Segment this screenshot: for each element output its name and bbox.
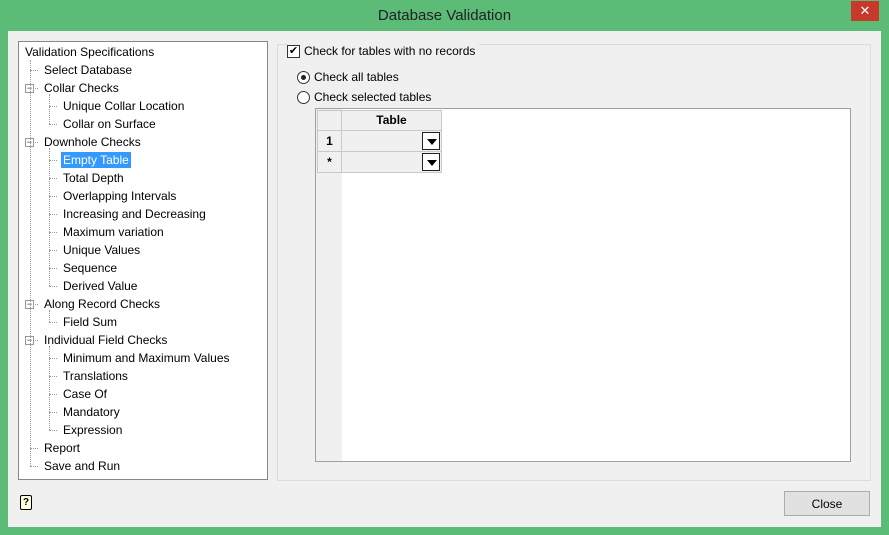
tree-item[interactable]: Minimum and Maximum Values bbox=[61, 350, 232, 366]
tree-item[interactable]: Sequence bbox=[61, 260, 119, 276]
tree-item[interactable]: Validation Specifications bbox=[23, 44, 156, 60]
validation-tree[interactable]: Validation Specifications Select Database… bbox=[18, 41, 268, 480]
tree-item[interactable]: Derived Value bbox=[61, 278, 139, 294]
tree-connector bbox=[49, 196, 57, 197]
tree-item[interactable]: Empty Table bbox=[61, 152, 131, 168]
tree-item[interactable]: Report bbox=[42, 440, 82, 456]
tree-item[interactable]: Unique Collar Location bbox=[61, 98, 186, 114]
row-header-new[interactable]: * bbox=[317, 151, 342, 173]
tree-item[interactable]: Total Depth bbox=[61, 170, 126, 186]
close-button[interactable]: Close bbox=[784, 491, 870, 516]
tree-connector bbox=[49, 250, 57, 251]
tree-item[interactable]: Collar on Surface bbox=[61, 116, 158, 132]
tree-item[interactable]: Expression bbox=[61, 422, 124, 438]
tree-item[interactable]: Downhole Checks bbox=[42, 134, 143, 150]
grid-corner bbox=[317, 110, 342, 131]
tree-connector bbox=[49, 322, 57, 323]
tree-item[interactable]: Increasing and Decreasing bbox=[61, 206, 208, 222]
tree-connector bbox=[49, 430, 57, 431]
tree-item[interactable]: Maximum variation bbox=[61, 224, 166, 240]
radio-check-selected-tables[interactable]: Check selected tables bbox=[297, 90, 431, 104]
tree-connector bbox=[49, 178, 57, 179]
radio-unselected-icon bbox=[297, 90, 310, 104]
tree-connector bbox=[49, 394, 57, 395]
row-header[interactable]: 1 bbox=[317, 130, 342, 152]
tree-connector bbox=[49, 106, 57, 107]
table-select-cell-new[interactable] bbox=[341, 151, 442, 173]
dropdown-arrow-icon[interactable] bbox=[422, 153, 440, 171]
tree-item[interactable]: Collar Checks bbox=[42, 80, 121, 96]
tree-item[interactable]: Field Sum bbox=[61, 314, 119, 330]
tree-connector bbox=[30, 60, 31, 466]
column-header-table[interactable]: Table bbox=[341, 110, 442, 131]
tree-item[interactable]: Save and Run bbox=[42, 458, 122, 474]
tree-connector bbox=[49, 94, 50, 124]
tree-item[interactable]: Individual Field Checks bbox=[42, 332, 169, 348]
tree-connector bbox=[49, 124, 57, 125]
tree-connector bbox=[49, 148, 50, 286]
tree-item[interactable]: Case Of bbox=[61, 386, 109, 402]
radio-selected-icon bbox=[297, 70, 310, 84]
tables-grid: Table 1 * bbox=[315, 108, 851, 462]
radio-check-all-tables[interactable]: Check all tables bbox=[297, 70, 399, 84]
help-icon[interactable]: ? bbox=[20, 495, 32, 510]
checkmark-icon: ✔ bbox=[287, 44, 300, 58]
tree-item[interactable]: Mandatory bbox=[61, 404, 122, 420]
tree-connector bbox=[49, 286, 57, 287]
window-title: Database Validation bbox=[377, 7, 512, 24]
tree-connector bbox=[49, 376, 57, 377]
tree-item[interactable]: Select Database bbox=[42, 62, 134, 78]
tree-connector bbox=[49, 232, 57, 233]
tree-item[interactable]: Unique Values bbox=[61, 242, 142, 258]
check-empty-tables-checkbox[interactable]: ✔ Check for tables with no records bbox=[287, 44, 480, 58]
tree-connector bbox=[49, 346, 50, 430]
table-select-cell[interactable] bbox=[341, 130, 442, 152]
tree-connector bbox=[30, 466, 38, 467]
tree-connector bbox=[49, 160, 57, 161]
tree-connector bbox=[49, 412, 57, 413]
tree-connector bbox=[30, 70, 38, 71]
tree-item[interactable]: Along Record Checks bbox=[42, 296, 162, 312]
dropdown-arrow-icon[interactable] bbox=[422, 132, 440, 150]
dialog-client: Validation Specifications Select Database… bbox=[8, 31, 881, 527]
tree-connector bbox=[49, 268, 57, 269]
tree-item[interactable]: Overlapping Intervals bbox=[61, 188, 178, 204]
tree-connector bbox=[49, 358, 57, 359]
tree-connector bbox=[30, 448, 38, 449]
window-close-button[interactable]: ✕ bbox=[851, 1, 879, 21]
tree-connector bbox=[49, 214, 57, 215]
tree-connector bbox=[49, 310, 50, 322]
tree-item[interactable]: Translations bbox=[61, 368, 130, 384]
